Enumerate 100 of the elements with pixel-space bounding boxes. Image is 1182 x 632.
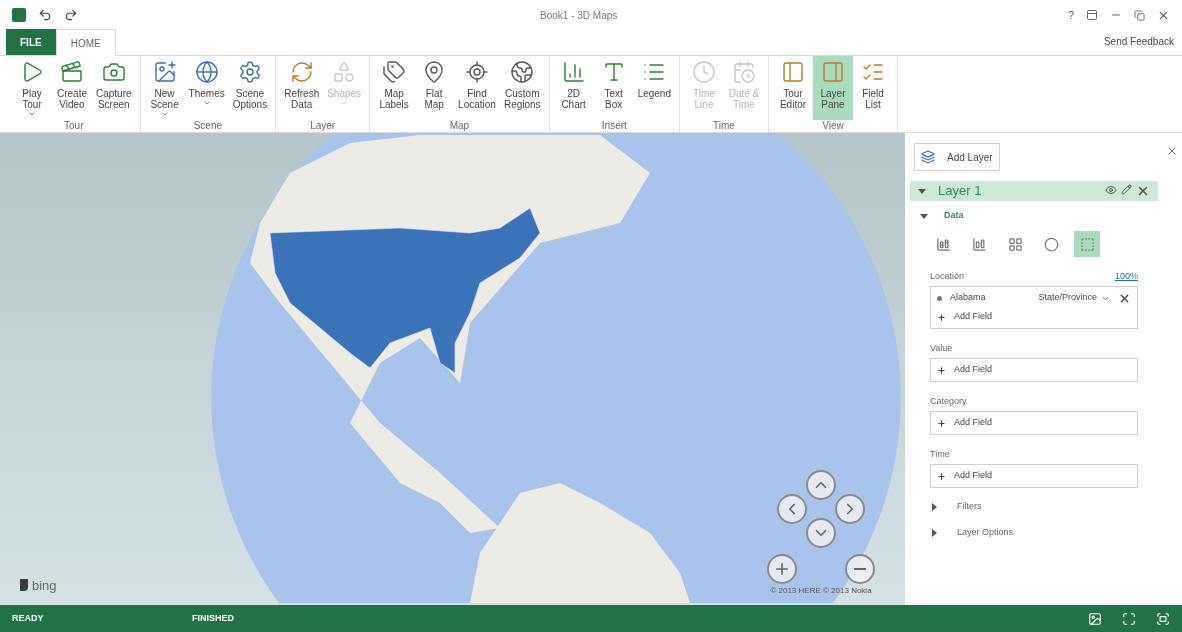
- chart-type-icon: [935, 236, 951, 252]
- field-well-label: Location: [930, 269, 965, 283]
- ribbon-tab[interactable]: HOME: [55, 29, 116, 56]
- ribbon-icon: [194, 60, 219, 84]
- add-layer-icon: [921, 150, 935, 164]
- chart-type-icon: [971, 236, 987, 252]
- chart-type-icon: [1007, 236, 1023, 252]
- group-label: View: [822, 120, 844, 132]
- help-button[interactable]: ?: [1067, 6, 1074, 24]
- window-title: Book1 - 3D Maps: [540, 8, 618, 23]
- resize-icon[interactable]: [1122, 611, 1136, 626]
- bing-logo-icon: [20, 579, 28, 592]
- plus-icon: [937, 418, 946, 428]
- add-field-button[interactable]: Add Field: [937, 362, 1131, 378]
- add-layer-button[interactable]: Add Layer: [914, 143, 1000, 171]
- group-label: Time: [713, 120, 735, 132]
- ribbon-button[interactable]: Legend: [633, 56, 675, 120]
- ribbon-button[interactable]: Flat Map: [414, 56, 455, 120]
- match-rate-link[interactable]: 100%: [1114, 269, 1138, 283]
- ribbon-display-icon[interactable]: [1086, 9, 1098, 21]
- field-well[interactable]: Add Field: [930, 411, 1138, 435]
- ribbon-button[interactable]: Refresh Data: [280, 56, 324, 120]
- ribbon-button[interactable]: New Scene: [144, 56, 185, 120]
- redo-icon[interactable]: [64, 8, 78, 22]
- plus-icon: [773, 560, 791, 578]
- ribbon-button[interactable]: Play Tour: [12, 56, 52, 120]
- field-name: Alabama: [950, 291, 986, 305]
- ribbon-button[interactable]: Field List: [853, 56, 893, 120]
- group-label: Scene: [193, 120, 223, 132]
- collapse-arrow-icon: [920, 213, 928, 219]
- restore-icon[interactable]: [1134, 9, 1145, 21]
- ribbon-icon: [237, 60, 262, 84]
- ribbon-icon: [732, 60, 756, 84]
- field-well[interactable]: Add Field: [930, 464, 1138, 488]
- map-view[interactable]: bing © 2013 HERE © 2013 Nokia: [0, 133, 905, 605]
- layer-name: Layer 1: [938, 182, 982, 201]
- field-type-dropdown[interactable]: State/Province: [1038, 291, 1110, 305]
- image-icon[interactable]: [1088, 611, 1102, 626]
- group-label: Insert: [601, 120, 627, 132]
- ribbon-icon: [101, 60, 126, 84]
- minus-icon: [854, 568, 866, 570]
- chart-type-icon: [1079, 236, 1095, 252]
- field-well-label: Category: [930, 394, 967, 408]
- field-well[interactable]: Alabama State/Province Add Field: [930, 286, 1138, 329]
- ribbon-icon: [289, 60, 314, 84]
- caret-icon: [28, 110, 36, 118]
- ribbon-button[interactable]: Scene Options: [228, 56, 272, 120]
- ribbon-button[interactable]: 2D Chart: [553, 56, 594, 120]
- caret-icon: [160, 110, 169, 118]
- collapse-arrow-icon: [918, 188, 926, 194]
- collapsible-section[interactable]: Layer Options: [910, 526, 1158, 540]
- ribbon-button[interactable]: Create Video: [52, 56, 92, 120]
- plus-icon: [937, 471, 946, 481]
- delete-icon[interactable]: [1136, 184, 1150, 198]
- add-field-button[interactable]: Add Field: [937, 468, 1131, 484]
- section-title: Data: [944, 209, 964, 223]
- group-label: Map: [449, 120, 470, 132]
- fullscreen-icon[interactable]: [1156, 611, 1170, 626]
- status-text: FINISHED: [192, 611, 234, 625]
- field-well[interactable]: Add Field: [930, 358, 1138, 382]
- chart-type-icon: [1043, 236, 1059, 252]
- add-field-button[interactable]: Add Field: [937, 415, 1131, 431]
- ribbon-button[interactable]: Find Location: [454, 56, 500, 120]
- group-label: Layer: [310, 120, 336, 132]
- map-attribution: © 2013 HERE © 2013 Nokia: [770, 585, 872, 597]
- ribbon-button[interactable]: Tour Editor: [773, 56, 813, 120]
- caret-icon: [340, 99, 349, 107]
- expand-arrow-icon: [932, 503, 937, 511]
- ribbon-icon: [382, 60, 407, 84]
- data-section-header[interactable]: Data: [910, 207, 1158, 225]
- bing-logo: bing: [32, 576, 57, 595]
- send-feedback-link[interactable]: Send Feedback: [1103, 34, 1174, 49]
- ribbon-tab[interactable]: FILE: [6, 29, 56, 55]
- collapsible-section[interactable]: Filters: [910, 500, 1158, 514]
- ribbon-button[interactable]: Map Labels: [374, 56, 415, 120]
- ribbon-icon: [692, 60, 716, 84]
- undo-icon[interactable]: [38, 8, 52, 22]
- plus-icon: [937, 365, 946, 375]
- ribbon-button[interactable]: Custom Regions: [499, 56, 545, 120]
- rename-icon[interactable]: [1121, 184, 1132, 195]
- plus-icon: [937, 312, 946, 322]
- field-bullet-icon: [937, 295, 942, 301]
- ribbon-button[interactable]: Themes: [184, 56, 229, 120]
- field-well-label: Value: [930, 341, 953, 355]
- caret-icon: [202, 99, 211, 107]
- close-icon[interactable]: [1166, 145, 1178, 157]
- ribbon-button[interactable]: Layer Pane: [813, 56, 853, 120]
- field-well-label: Time: [930, 447, 950, 461]
- visibility-icon[interactable]: [1105, 184, 1117, 196]
- ribbon-icon: [465, 60, 489, 84]
- ribbon-icon: [781, 60, 805, 84]
- status-text: READY: [12, 611, 45, 625]
- ribbon-icon: [152, 60, 177, 84]
- add-field-button[interactable]: Add Field: [937, 309, 1131, 325]
- ribbon-button[interactable]: Text Box: [593, 56, 634, 120]
- ribbon-icon: [561, 60, 586, 84]
- ribbon-button[interactable]: Capture Screen: [92, 56, 136, 120]
- expand-arrow-icon: [932, 529, 937, 537]
- app-logo-icon: [12, 8, 26, 22]
- zoom-out-button[interactable]: [845, 554, 875, 584]
